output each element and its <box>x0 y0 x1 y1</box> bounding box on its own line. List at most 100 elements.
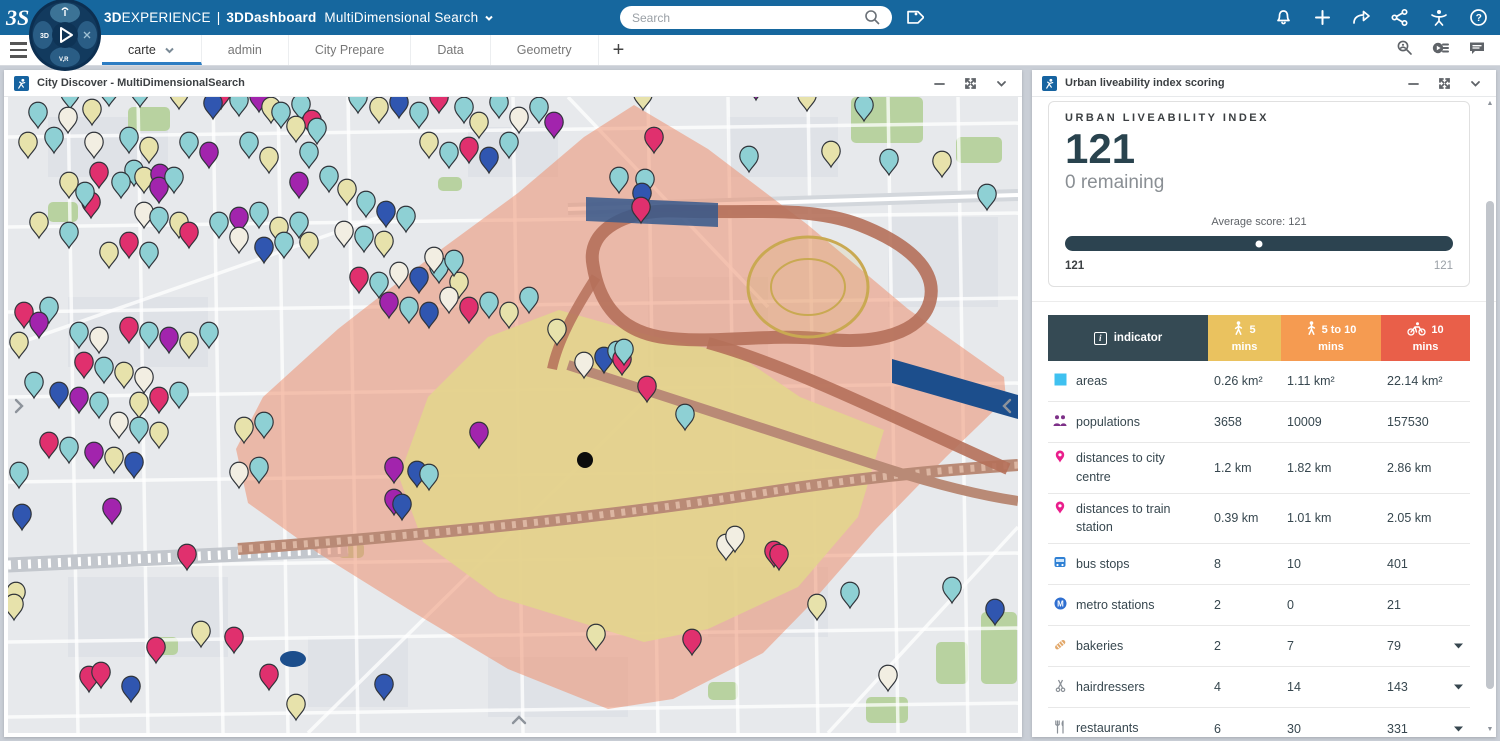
svg-text:V,R: V,R <box>59 57 69 63</box>
collapse-button[interactable] <box>995 77 1008 90</box>
share-arrow-icon[interactable] <box>1349 6 1373 30</box>
dashboard-name[interactable]: MultiDimensional Search <box>324 10 478 25</box>
user-search-icon[interactable] <box>1395 39 1414 62</box>
column-header-10[interactable]: 10mins <box>1381 315 1470 361</box>
value-5min: 0.26 km² <box>1208 374 1281 388</box>
search-input[interactable] <box>620 6 892 29</box>
park-area <box>128 107 170 131</box>
score-heading: URBAN LIVEABILITY INDEX <box>1065 112 1453 124</box>
park-area <box>438 177 462 191</box>
expand-row-button[interactable] <box>1448 636 1468 656</box>
scissors-icon <box>1052 679 1068 693</box>
media-icon[interactable] <box>1431 40 1451 61</box>
maximize-button[interactable] <box>964 77 977 90</box>
column-header-5-to-10[interactable]: 5 to 10 mins <box>1281 315 1381 361</box>
tab-label: City Prepare <box>315 43 384 57</box>
minimize-button[interactable] <box>1407 77 1420 90</box>
map-pan-right-handle[interactable] <box>996 395 1018 417</box>
table-row-hairdressers[interactable]: hairdressers414143 <box>1048 667 1470 708</box>
collapse-button[interactable] <box>1469 77 1482 90</box>
area-icon <box>1052 373 1068 386</box>
park-area <box>956 137 1002 163</box>
value-5min: 4 <box>1208 680 1281 694</box>
top-bar: 3S 3D V,R 3DEXPERIENCE | 3DDashboard Mul… <box>0 0 1500 35</box>
expand-row-button[interactable] <box>1448 719 1468 737</box>
tab-carte[interactable]: carte <box>102 35 202 65</box>
row-label: populations <box>1076 413 1140 432</box>
help-icon[interactable]: ? <box>1466 6 1490 30</box>
search-center-marker[interactable] <box>577 452 593 468</box>
score-slider[interactable] <box>1065 236 1453 251</box>
header-label-2: mins <box>1318 341 1344 355</box>
park-area <box>981 612 1017 684</box>
restaurant-icon <box>1052 720 1068 734</box>
scroll-down-button[interactable]: ▼ <box>1485 725 1495 735</box>
tab-city-prepare[interactable]: City Prepare <box>289 35 411 65</box>
tab-admin[interactable]: admin <box>202 35 289 65</box>
maximize-button[interactable] <box>1438 77 1451 90</box>
stadium <box>748 237 868 337</box>
add-icon[interactable] <box>1310 6 1334 30</box>
share-nodes-icon[interactable] <box>1388 6 1412 30</box>
svg-text:M: M <box>1057 599 1064 608</box>
score-remaining: 0 remaining <box>1065 172 1453 194</box>
value-10min: 2.86 km <box>1387 461 1431 475</box>
header-label-2: mins <box>1232 341 1258 355</box>
chevron-down-icon[interactable] <box>484 13 494 23</box>
row-label: metro stations <box>1076 596 1155 615</box>
header-label: 5 to 10 <box>1322 324 1357 338</box>
tag-icon[interactable] <box>902 7 924 29</box>
metro-icon: M <box>1052 597 1068 610</box>
scroll-up-button[interactable]: ▲ <box>1485 99 1495 109</box>
header-label-2: mins <box>1413 341 1439 355</box>
row-label: distances to train station <box>1076 500 1202 538</box>
column-header-5[interactable]: 5mins <box>1208 315 1281 361</box>
chevron-down-icon[interactable] <box>164 45 175 56</box>
tab-geometry[interactable]: Geometry <box>491 35 599 65</box>
svg-text:3D: 3D <box>40 33 49 40</box>
add-tab-button[interactable]: + <box>599 39 639 62</box>
value-5to10min: 10 <box>1281 557 1381 571</box>
value-10min: 157530 <box>1387 415 1429 429</box>
brand-title: 3DEXPERIENCE | 3DDashboard MultiDimensio… <box>104 10 494 25</box>
map-canvas[interactable] <box>8 97 1018 733</box>
brand-app: 3DDashboard <box>226 10 316 25</box>
row-label: bakeries <box>1076 637 1123 656</box>
compass-widget[interactable]: 3D V,R <box>28 0 102 72</box>
expand-row-button[interactable] <box>1448 677 1468 697</box>
value-5min: 2 <box>1208 598 1281 612</box>
table-row-populations: populations365810009157530 <box>1048 402 1470 443</box>
pin-icon <box>1052 501 1068 514</box>
comments-icon[interactable] <box>1468 40 1486 61</box>
tab-data[interactable]: Data <box>411 35 490 65</box>
column-header-indicator[interactable]: iindicator <box>1048 315 1208 361</box>
row-label: distances to city centre <box>1076 449 1202 487</box>
row-label: hairdressers <box>1076 678 1145 697</box>
value-5min: 1.2 km <box>1208 461 1281 475</box>
app-icon <box>1042 76 1057 91</box>
scoring-widget-panel: Urban liveability index scoring URBAN LI… <box>1032 70 1496 737</box>
header-label: indicator <box>1114 331 1163 345</box>
brand-3d: 3D <box>104 10 122 25</box>
value-10min: 2.05 km <box>1387 511 1431 525</box>
brand-experience: EXPERIENCE <box>122 10 211 25</box>
table-row-bakeries[interactable]: bakeries2779 <box>1048 626 1470 667</box>
park-area <box>48 202 78 222</box>
value-10min: 79 <box>1387 639 1401 653</box>
scrollbar[interactable]: ▲ ▼ <box>1485 99 1495 735</box>
map-pan-left-handle[interactable] <box>8 395 30 417</box>
scrollbar-thumb[interactable] <box>1486 201 1494 689</box>
slider-knob[interactable] <box>1256 240 1263 247</box>
value-5to10min: 30 <box>1281 722 1381 736</box>
table-row-restaurants[interactable]: restaurants630331 <box>1048 708 1470 737</box>
park-area <box>866 697 908 723</box>
row-label: bus stops <box>1076 555 1130 574</box>
map-pan-down-handle[interactable] <box>508 709 530 731</box>
map-widget-panel: City Discover - MultiDimensionalSearch <box>4 70 1022 737</box>
row-label: areas <box>1076 372 1107 391</box>
minimize-button[interactable] <box>933 77 946 90</box>
search-icon[interactable] <box>864 9 881 26</box>
score-card: URBAN LIVEABILITY INDEX 121 0 remaining … <box>1048 101 1470 287</box>
bell-icon[interactable] <box>1271 6 1295 30</box>
companion-icon[interactable] <box>1427 6 1451 30</box>
